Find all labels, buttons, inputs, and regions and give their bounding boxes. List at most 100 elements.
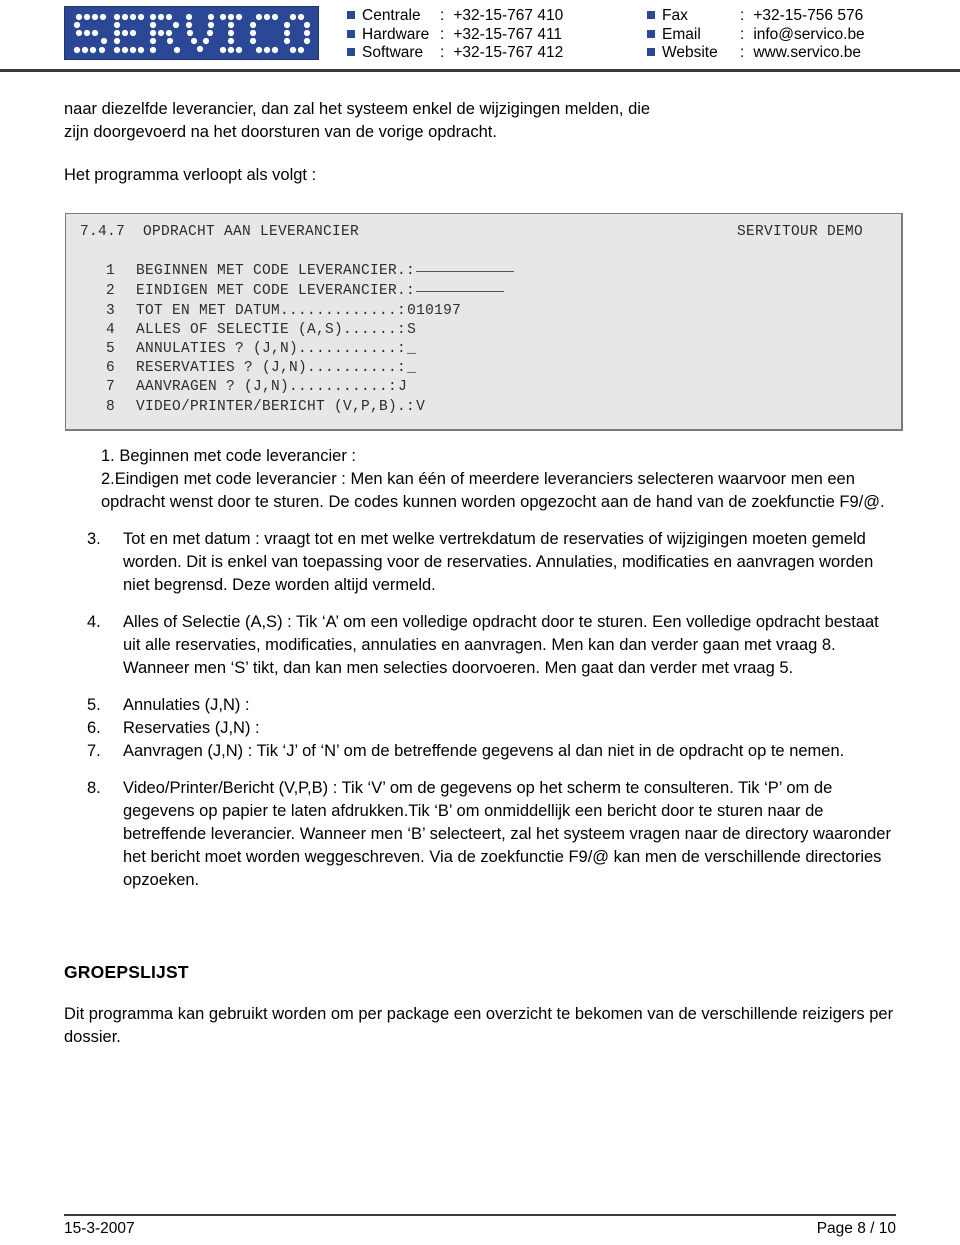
bullet-square-icon xyxy=(647,11,655,19)
contact-separator: : xyxy=(740,44,745,61)
terminal-field-row-5[interactable]: 5 ANNULATIES ? (J,N)........... : _ xyxy=(66,340,901,359)
contact-row-hardware: Hardware : +32-15-767 411 xyxy=(347,26,647,45)
intro-paragraph: naar diezelfde leverancier, dan zal het … xyxy=(64,98,896,144)
terminal-field-colon: : xyxy=(406,398,416,415)
contact-row-software: Software : +32-15-767 412 xyxy=(347,44,647,63)
footer-date: 15-3-2007 xyxy=(64,1220,135,1237)
servico-logo xyxy=(64,6,319,60)
terminal-field-number: 5 xyxy=(106,341,116,358)
list-item-8-text: Video/Printer/Bericht (V,P,B) : Tik ‘V’ … xyxy=(123,778,891,889)
list-item-6: 6. Reservaties (J,N) : xyxy=(64,717,896,740)
terminal-field-label: ANNULATIES ? (J,N)........... xyxy=(136,341,398,358)
terminal-field-number: 7 xyxy=(106,379,116,396)
contact-row-fax: Fax : +32-15-756 576 xyxy=(647,7,937,26)
terminal-input-underline[interactable] xyxy=(416,279,505,293)
section-heading-groepslijst: GROEPSLIJST xyxy=(64,961,189,982)
terminal-field-label: BEGINNEN MET CODE LEVERANCIER. xyxy=(136,263,407,280)
terminal-field-value: V xyxy=(416,398,426,415)
intro-paragraph-2: Het programma verloopt als volgt : xyxy=(64,166,317,184)
contact-value-website: www.servico.be xyxy=(753,44,861,61)
terminal-input-underline[interactable] xyxy=(416,259,515,273)
terminal-field-label: RESERVATIES ? (J,N).......... xyxy=(136,360,398,377)
contact-label: Software xyxy=(362,44,424,61)
terminal-field-label: TOT EN MET DATUM............. xyxy=(136,302,398,319)
list-item-1: 1. Beginnen met code leverancier : xyxy=(101,446,356,465)
contact-label: Centrale xyxy=(362,7,421,24)
terminal-field-colon: : xyxy=(406,263,416,280)
terminal-field-row-6[interactable]: 6 RESERVATIES ? (J,N).......... : _ xyxy=(66,359,901,378)
terminal-field-label: ALLES OF SELECTIE (A,S)...... xyxy=(136,321,398,338)
terminal-field-label: AANVRAGEN ? (J,N)........... xyxy=(136,379,389,396)
contact-separator: : xyxy=(440,7,445,24)
terminal-field-value: 010197 xyxy=(407,302,462,319)
terminal-title: 7.4.7 OPDRACHT AAN LEVERANCIER xyxy=(80,224,360,240)
list-item-2: 2.Eindigen met code leverancier : Men ka… xyxy=(101,469,885,511)
list-item-5-text: Annulaties (J,N) : xyxy=(123,695,250,714)
terminal-field-colon: : xyxy=(397,321,407,338)
terminal-field-value: _ xyxy=(407,341,417,358)
list-item-3-number: 3. xyxy=(87,529,101,548)
page-content: naar diezelfde leverancier, dan zal het … xyxy=(0,98,960,1049)
terminal-field-number: 6 xyxy=(106,360,116,377)
contact-row-website: Website : www.servico.be xyxy=(647,44,937,63)
groepslijst-paragraph: Dit programma kan gebruikt worden om per… xyxy=(64,1004,894,1046)
list-item-7: 7. Aanvragen (J,N) : Tik ‘J’ of ‘N’ om de… xyxy=(64,740,896,763)
terminal-field-colon: : xyxy=(397,360,407,377)
contact-column-left: Centrale : +32-15-767 410 Hardware : +32… xyxy=(347,7,647,63)
intro-line-1: naar diezelfde leverancier, dan zal het … xyxy=(64,100,651,118)
contact-separator: : xyxy=(440,25,445,43)
contact-value: +32-15-767 410 xyxy=(453,7,564,24)
terminal-field-row-4[interactable]: 4 ALLES OF SELECTIE (A,S)...... : S xyxy=(66,321,901,340)
contact-row-email: Email : info@servico.be xyxy=(647,26,937,45)
terminal-title-row: 7.4.7 OPDRACHT AAN LEVERANCIER SERVITOUR… xyxy=(66,223,901,242)
terminal-field-row-1[interactable]: 1 BEGINNEN MET CODE LEVERANCIER. : xyxy=(66,261,901,281)
contact-value: +32-15-767 411 xyxy=(453,25,563,43)
contact-label: Email xyxy=(662,25,701,43)
contact-separator: : xyxy=(440,44,445,61)
list-item-5-number: 5. xyxy=(87,695,101,714)
terminal-field-row-3[interactable]: 3 TOT EN MET DATUM............. : 010197 xyxy=(66,302,901,321)
list-item-4-text: Alles of Selectie (A,S) : Tik ‘A’ om een… xyxy=(123,612,879,677)
terminal-field-value: _ xyxy=(407,360,417,377)
terminal-field-row-7[interactable]: 7 AANVRAGEN ? (J,N)........... : J xyxy=(66,378,901,397)
terminal-field-row-8[interactable]: 8 VIDEO/PRINTER/BERICHT (V,P,B). : V xyxy=(66,398,901,417)
terminal-field-number: 3 xyxy=(106,302,116,319)
terminal-field-number: 4 xyxy=(106,321,116,338)
contact-label: Fax xyxy=(662,7,688,24)
contact-separator: : xyxy=(740,25,745,43)
contact-info: Centrale : +32-15-767 410 Hardware : +32… xyxy=(347,6,960,63)
terminal-field-number: 2 xyxy=(106,283,116,300)
list-item-3: 3. Tot en met datum : vraagt tot en met w… xyxy=(64,528,896,597)
bullet-square-icon xyxy=(347,48,355,56)
footer-divider xyxy=(64,1214,896,1216)
footer-page-number: Page 8 / 10 xyxy=(816,1220,896,1237)
terminal-field-colon: : xyxy=(397,302,407,319)
list-item-6-text: Reservaties (J,N) : xyxy=(123,718,260,737)
page-footer: 15-3-2007 Page 8 / 10 xyxy=(64,1214,896,1239)
bullet-square-icon xyxy=(647,48,655,56)
terminal-field-value: J xyxy=(398,379,408,396)
terminal-field-row-2[interactable]: 2 EINDIGEN MET CODE LEVERANCIER. : xyxy=(66,281,901,301)
list-item-8-number: 8. xyxy=(87,778,101,797)
bullet-square-icon xyxy=(347,29,355,38)
bullet-square-icon xyxy=(347,11,355,19)
terminal-field-label: EINDIGEN MET CODE LEVERANCIER. xyxy=(136,283,407,300)
terminal-field-value: S xyxy=(407,321,417,338)
contact-value-email: info@servico.be xyxy=(753,25,865,43)
list-item-5: 5. Annulaties (J,N) : xyxy=(64,694,896,717)
list-item-3-text: Tot en met datum : vraagt tot en met wel… xyxy=(123,529,874,594)
header-divider xyxy=(0,69,960,72)
list-item-8: 8. Video/Printer/Bericht (V,P,B) : Tik ‘V… xyxy=(64,777,896,892)
terminal-field-colon: : xyxy=(388,379,398,396)
contact-separator: : xyxy=(740,7,745,24)
list-item-7-number: 7. xyxy=(87,741,101,760)
terminal-screen-panel: 7.4.7 OPDRACHT AAN LEVERANCIER SERVITOUR… xyxy=(65,213,903,431)
